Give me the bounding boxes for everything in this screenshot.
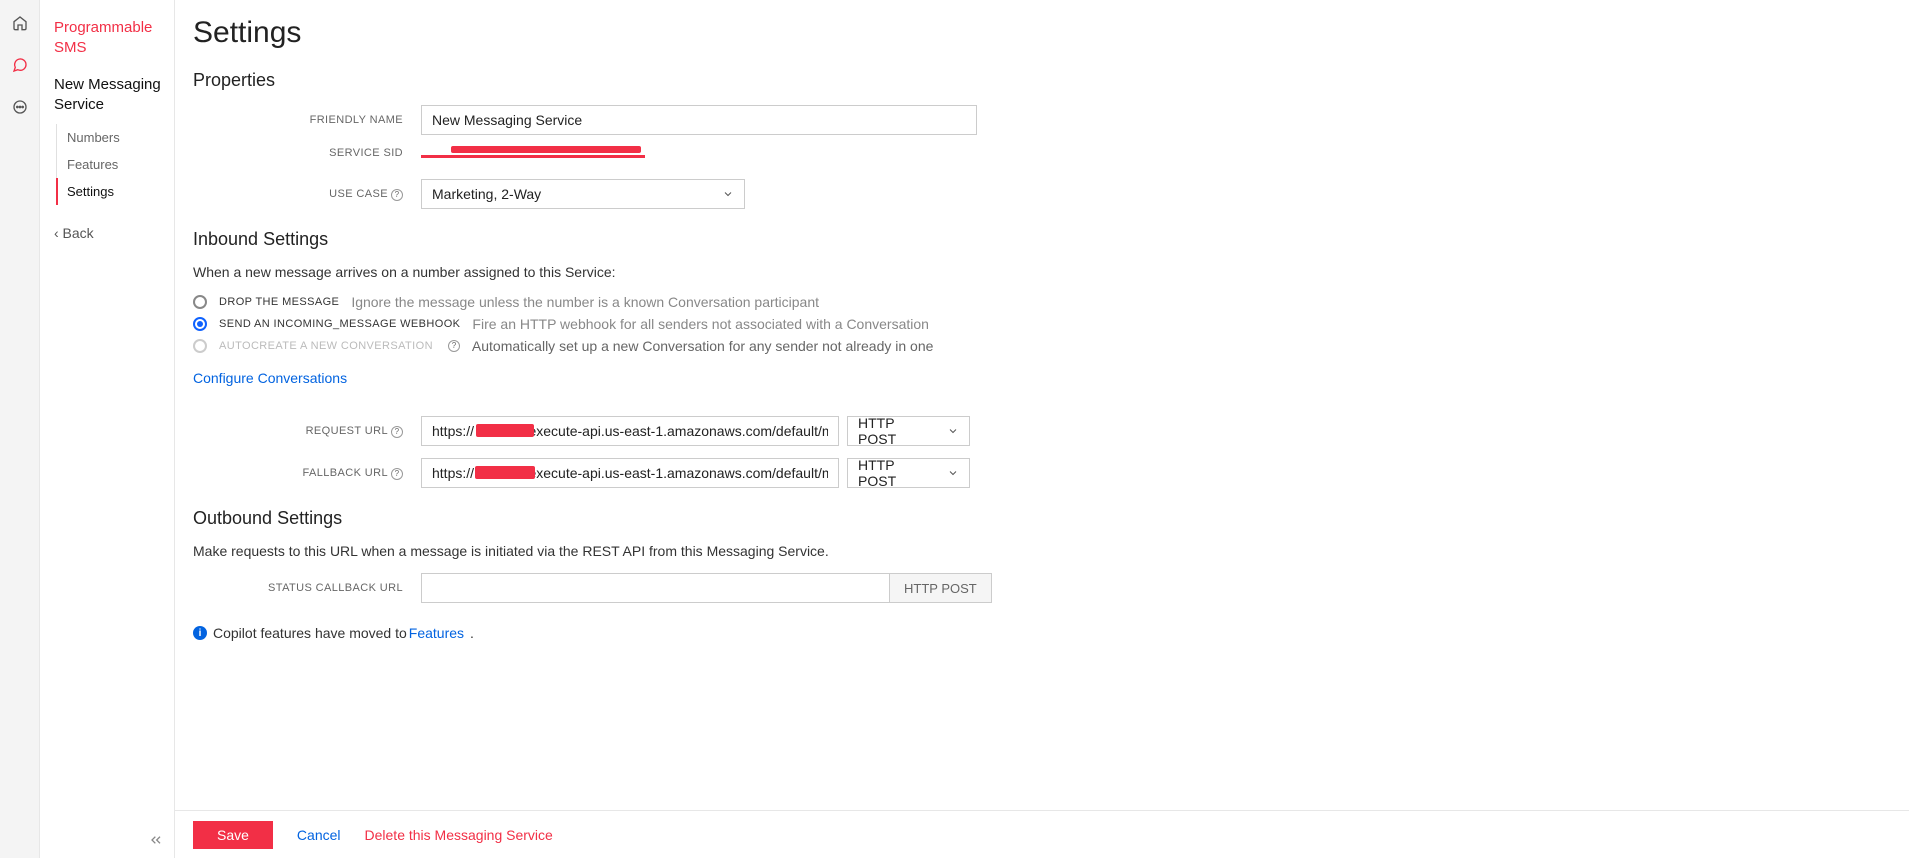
- footer-bar: Save Cancel Delete this Messaging Servic…: [175, 810, 1909, 858]
- product-link[interactable]: Programmable SMS: [54, 18, 162, 57]
- inbound-intro: When a new message arrives on a number a…: [193, 264, 1573, 280]
- icon-rail: [0, 0, 40, 858]
- redaction: [475, 466, 535, 479]
- radio-webhook-desc: Fire an HTTP webhook for all senders not…: [472, 316, 929, 332]
- more-icon[interactable]: [11, 98, 29, 116]
- radio-drop-label: Drop the message: [219, 296, 339, 308]
- radio-autocreate-label: Autocreate a new Conversation: [219, 340, 433, 352]
- info-suffix: .: [470, 625, 474, 641]
- fallback-method-value: HTTP POST: [858, 457, 935, 489]
- configure-conversations-link[interactable]: Configure Conversations: [193, 370, 347, 386]
- request-method-select[interactable]: HTTP POST: [847, 416, 970, 446]
- use-case-selected: Marketing, 2-Way: [432, 186, 541, 202]
- service-title: New Messaging Service: [54, 75, 162, 114]
- fallback-url-label: Fallback URL?: [193, 467, 421, 480]
- fallback-method-select[interactable]: HTTP POST: [847, 458, 970, 488]
- radio-webhook-label: Send an incoming_message webhook: [219, 318, 460, 330]
- save-button[interactable]: Save: [193, 821, 273, 849]
- use-case-select[interactable]: Marketing, 2-Way: [421, 179, 745, 209]
- request-url-help-icon[interactable]: ?: [391, 426, 403, 438]
- sidebar-item-numbers[interactable]: Numbers: [57, 124, 162, 151]
- sidebar-item-features[interactable]: Features: [57, 151, 162, 178]
- sidebar-item-settings[interactable]: Settings: [56, 178, 162, 205]
- collapse-sidebar-icon[interactable]: [148, 832, 164, 848]
- friendly-name-label: Friendly Name: [193, 114, 421, 126]
- radio-autocreate: [193, 339, 207, 353]
- use-case-help-icon[interactable]: ?: [391, 189, 403, 201]
- sidebar: Programmable SMS New Messaging Service N…: [40, 0, 175, 858]
- autocreate-help-icon[interactable]: ?: [448, 340, 460, 352]
- features-link[interactable]: Features: [409, 625, 464, 641]
- home-icon[interactable]: [11, 14, 29, 32]
- outbound-intro: Make requests to this URL when a message…: [193, 543, 1573, 559]
- radio-autocreate-desc: Automatically set up a new Conversation …: [472, 338, 934, 354]
- radio-drop-desc: Ignore the message unless the number is …: [351, 294, 819, 310]
- status-callback-method: HTTP POST: [889, 573, 992, 603]
- request-url-label: Request URL?: [193, 425, 421, 438]
- service-sid-label: Service SID: [193, 147, 421, 159]
- inbound-heading: Inbound Settings: [193, 229, 1573, 250]
- info-text: Copilot features have moved to: [213, 625, 407, 641]
- status-callback-label: Status Callback URL: [193, 582, 421, 594]
- request-method-value: HTTP POST: [858, 415, 935, 447]
- main-content: Settings Properties Friendly Name Servic…: [175, 0, 1909, 858]
- radio-send-webhook[interactable]: [193, 317, 207, 331]
- radio-drop-message[interactable]: [193, 295, 207, 309]
- fallback-url-help-icon[interactable]: ?: [391, 468, 403, 480]
- status-callback-input[interactable]: [421, 573, 889, 603]
- chevron-down-icon: [947, 425, 959, 437]
- chevron-down-icon: [947, 467, 959, 479]
- messaging-icon[interactable]: [11, 56, 29, 74]
- sidebar-subnav: Numbers Features Settings: [56, 124, 162, 205]
- service-sid-value-redacted: [421, 148, 645, 158]
- info-icon: i: [193, 626, 207, 640]
- cancel-button[interactable]: Cancel: [297, 827, 341, 843]
- delete-service-button[interactable]: Delete this Messaging Service: [365, 827, 553, 843]
- properties-heading: Properties: [193, 70, 1573, 91]
- outbound-heading: Outbound Settings: [193, 508, 1573, 529]
- friendly-name-input[interactable]: [421, 105, 977, 135]
- redaction: [476, 424, 534, 437]
- use-case-label: Use Case?: [193, 188, 421, 201]
- chevron-down-icon: [722, 188, 734, 200]
- page-title: Settings: [193, 16, 1573, 50]
- back-link[interactable]: ‹ Back: [54, 225, 162, 241]
